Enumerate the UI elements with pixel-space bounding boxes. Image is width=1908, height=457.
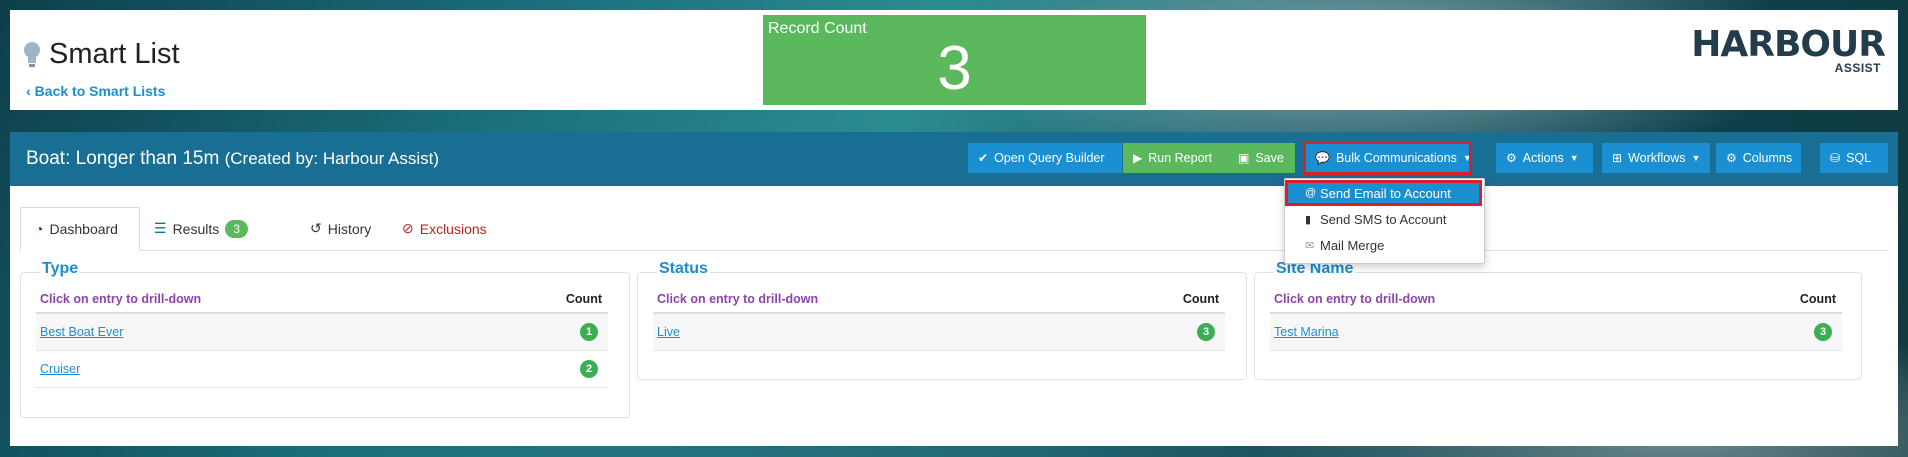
run-report-label: Run Report: [1148, 151, 1213, 165]
caret-down-icon: ▼: [1569, 153, 1579, 163]
send-email-label: Send Email to Account: [1320, 185, 1451, 201]
drill-down-hint: Click on entry to drill-down: [40, 292, 202, 306]
sql-label: SQL: [1846, 151, 1872, 165]
table-row: Cruiser 2: [36, 351, 608, 388]
record-count-value: 3: [937, 34, 972, 103]
save-button[interactable]: ▣ Save: [1228, 143, 1295, 173]
cog-icon: ⚙: [1726, 151, 1737, 165]
count-badge: 3: [1197, 323, 1215, 341]
count-header: Count: [565, 292, 602, 306]
tab-dashboard-label: Dashboard: [49, 221, 118, 237]
row-link[interactable]: Best Boat Ever: [40, 325, 123, 339]
card-header: Boat: Longer than 15m (Created by: Harbo…: [10, 132, 1898, 186]
dashboard-icon: ◔: [35, 221, 44, 237]
page-title: Smart List: [23, 38, 180, 71]
actions-button[interactable]: ⚙ Actions ▼: [1496, 143, 1593, 173]
mail-merge-label: Mail Merge: [1320, 237, 1385, 253]
page-title-text: Smart List: [49, 38, 180, 70]
send-email-menu-item[interactable]: @ Send Email to Account: [1285, 180, 1482, 206]
tab-exclusions[interactable]: ⊘ Exclusions: [388, 207, 490, 250]
tab-bar: ◔ Dashboard ☰ Results 3 ↺ History ⊘ Excl…: [20, 207, 1888, 251]
tab-history-label: History: [327, 220, 372, 237]
status-table-header: Click on entry to drill-down Count: [653, 284, 1225, 314]
bulk-communications-label: Bulk Communications: [1335, 151, 1457, 165]
comments-icon: 💬: [1315, 151, 1330, 165]
table-row: Test Marina 3: [1270, 314, 1842, 351]
columns-label: Columns: [1742, 151, 1793, 165]
drill-down-hint: Click on entry to drill-down: [657, 292, 819, 306]
created-by: (Created by: Harbour Assist): [224, 149, 440, 168]
type-table-header: Click on entry to drill-down Count: [36, 284, 608, 314]
tab-exclusions-label: Exclusions: [419, 220, 487, 237]
row-link[interactable]: Cruiser: [40, 362, 80, 376]
floppy-icon: ▣: [1238, 151, 1250, 165]
row-link[interactable]: Test Marina: [1274, 325, 1339, 339]
lightbulb-icon: [23, 40, 41, 70]
mobile-icon: ▮: [1305, 213, 1312, 226]
caret-down-icon: ▼: [1691, 153, 1701, 163]
workflows-label: Workflows: [1628, 151, 1686, 165]
tab-dashboard[interactable]: ◔ Dashboard: [20, 207, 140, 251]
record-count-box: Record Count 3: [763, 15, 1146, 105]
actions-label: Actions: [1522, 151, 1564, 165]
send-sms-menu-item[interactable]: ▮ Send SMS to Account: [1287, 208, 1480, 230]
send-sms-label: Send SMS to Account: [1320, 211, 1447, 227]
ban-icon: ⊘: [402, 220, 414, 236]
list-icon: ☰: [154, 220, 167, 236]
row-link[interactable]: Live: [657, 325, 680, 339]
status-panel-title: Status: [657, 260, 710, 278]
sitemap-icon: ⊞: [1612, 151, 1623, 165]
check-icon: ✔: [978, 151, 989, 165]
open-query-builder-label: Open Query Builder: [994, 151, 1105, 165]
sql-button[interactable]: ⛁ SQL: [1820, 143, 1888, 173]
count-badge: 3: [1814, 323, 1832, 341]
save-label: Save: [1255, 151, 1284, 165]
columns-button[interactable]: ⚙ Columns: [1716, 143, 1801, 173]
at-icon: @: [1305, 187, 1317, 199]
caret-down-icon: ▼: [1462, 153, 1472, 163]
tab-results-label: Results: [172, 220, 220, 237]
tab-history[interactable]: ↺ History: [296, 207, 381, 250]
run-report-button[interactable]: ▶ Run Report: [1123, 143, 1228, 173]
type-panel-title: Type: [40, 260, 81, 278]
table-row: Live 3: [653, 314, 1225, 351]
history-icon: ↺: [310, 220, 322, 236]
envelope-icon: ✉: [1305, 239, 1315, 252]
back-to-smart-lists-link[interactable]: ‹ Back to Smart Lists: [26, 83, 165, 99]
mail-merge-menu-item[interactable]: ✉ Mail Merge: [1287, 234, 1480, 256]
open-query-builder-button[interactable]: ✔ Open Query Builder: [968, 143, 1122, 173]
table-row: Best Boat Ever 1: [36, 314, 608, 351]
bulk-communications-button[interactable]: 💬 Bulk Communications ▼: [1303, 141, 1472, 175]
card-title: Boat: Longer than 15m (Created by: Harbo…: [26, 148, 439, 170]
database-icon: ⛁: [1830, 151, 1841, 165]
tab-results[interactable]: ☰ Results 3: [140, 207, 250, 250]
workflows-button[interactable]: ⊞ Workflows ▼: [1602, 143, 1710, 173]
logo-main-text: HARBOUR: [1691, 24, 1886, 65]
results-count-badge: 3: [225, 219, 248, 238]
bulk-communications-dropdown: @ Send Email to Account ▮ Send SMS to Ac…: [1284, 178, 1485, 264]
count-badge: 1: [580, 323, 598, 341]
chevron-left-icon: ‹: [26, 83, 31, 99]
back-link-label: Back to Smart Lists: [34, 83, 166, 99]
list-name: Boat: Longer than 15m: [26, 148, 220, 169]
harbour-assist-logo: HARBOUR ASSIST: [1691, 24, 1886, 75]
gear-icon: ⚙: [1506, 151, 1517, 165]
site-name-table-header: Click on entry to drill-down Count: [1270, 284, 1842, 314]
count-badge: 2: [580, 360, 598, 378]
drill-down-hint: Click on entry to drill-down: [1274, 292, 1436, 306]
play-icon: ▶: [1133, 151, 1143, 165]
count-header: Count: [1799, 292, 1836, 306]
smart-list-card: Boat: Longer than 15m (Created by: Harbo…: [10, 132, 1898, 446]
count-header: Count: [1182, 292, 1219, 306]
